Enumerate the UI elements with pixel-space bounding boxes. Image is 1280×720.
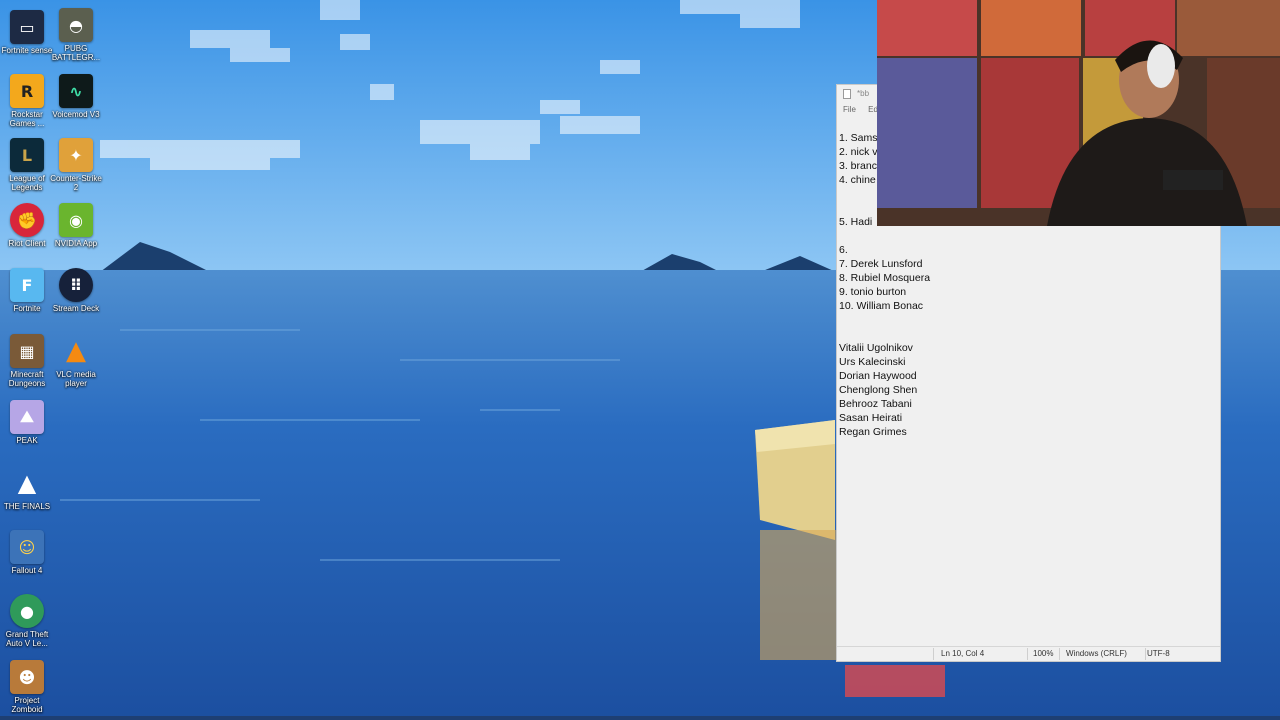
desktop-icons: ▭ Fortnite sense ◓ PUBG BATTLEGR... R Ro… [0,0,110,720]
notepad-line: 8. Rubiel Mosquera [839,272,931,284]
desktop-icon-riot-client[interactable]: ✊ Riot Client [0,203,54,248]
status-divider [1059,648,1060,660]
notepad-line [839,313,1209,327]
desktop-icon-minecraft-dungeons[interactable]: ▦ Minecraft Dungeons [0,334,54,388]
desktop-icon-label: Project Zomboid [11,696,43,714]
gta-icon: ● [10,594,44,628]
desktop-icon-label: Fortnite sense [1,46,53,55]
desktop-icon-nvidia-app[interactable]: ◉ NVIDIA App [49,203,103,248]
desktop-icon-voicemod[interactable]: ∿ Voicemod V3 [49,74,103,119]
document-icon [843,89,851,99]
cursor-position: Ln 10, Col 4 [941,649,985,658]
desktop-icon-league[interactable]: L League of Legends [0,138,54,192]
desktop-icon-rockstar[interactable]: R Rockstar Games ... [0,74,54,128]
helmet-icon: ◓ [59,8,93,42]
fallout-icon: ☺ [10,530,44,564]
counter-strike-icon: ✦ [59,138,93,172]
desktop-icon-fortnite[interactable]: F Fortnite [0,268,54,313]
minecraft-icon: ▦ [10,334,44,368]
desktop-icon-label: Riot Client [8,239,46,248]
notepad-line: Urs Kalecinski [839,356,906,368]
zoom-level[interactable]: 100% [1033,647,1053,661]
desktop-icon-gta-v[interactable]: ● Grand Theft Auto V Le... [0,594,54,648]
stream-deck-icon: ⠿ [59,268,93,302]
notepad-line: Behrooz Tabani [839,398,912,410]
notepad-status-bar: Ln 10, Col 4 100% Windows (CRLF) UTF-8 [837,646,1220,661]
notepad-line: Regan Grimes [839,426,907,438]
desktop-icon-peak[interactable]: ⛰ PEAK [0,400,54,445]
notepad-line: Chenglong Shen [839,384,918,396]
desktop-icon-label: PUBG BATTLEGR... [51,44,101,62]
notepad-line [839,229,1209,243]
notepad-line: 9. tonio burton [839,286,907,298]
notepad-line: 7. Derek Lunsford [839,258,923,270]
desktop-icon-fallout-4[interactable]: ☺ Fallout 4 [0,530,54,575]
status-divider [1027,648,1028,660]
desktop-icon-the-finals[interactable]: ▲ THE FINALS [0,466,54,511]
desktop-icon-counter-strike[interactable]: ✦ Counter-Strike 2 [49,138,103,192]
encoding: UTF-8 [1147,649,1170,658]
notepad-line: 10. William Bonac [839,300,924,312]
desktop-icon-label: Counter-Strike 2 [50,174,102,192]
monitor-icon: ▭ [10,10,44,44]
desktop-icon-label: Fallout 4 [11,566,43,575]
desktop-icon-label: NVIDIA App [54,239,98,248]
notepad-line: Vitalii Ugolnikov [839,342,913,354]
desktop-icon-label: Grand Theft Auto V Le... [5,630,49,648]
notepad-line [839,327,1209,341]
vlc-icon: ▲ [66,336,86,366]
desktop-icon-label: Voicemod V3 [52,110,100,119]
nvidia-icon: ◉ [59,203,93,237]
finals-icon: ▲ [17,469,37,497]
desktop-icon-label: VLC media player [56,370,96,388]
desktop-icon-pubg[interactable]: ◓ PUBG BATTLEGR... [49,8,103,62]
menu-file[interactable]: File [843,105,856,114]
line-ending: Windows (CRLF) [1066,649,1127,658]
webcam-overlay [877,0,1280,226]
desktop-icon-label: THE FINALS [3,502,51,511]
fortnite-icon: F [10,268,44,302]
league-icon: L [10,138,44,172]
desktop-icon-stream-deck[interactable]: ⠿ Stream Deck [49,268,103,313]
desktop-icon-label: Rockstar Games ... [9,110,45,128]
desktop-icon-label: Fortnite [13,304,41,313]
desktop-icon-label: Minecraft Dungeons [8,370,46,388]
notepad-line: 6. [839,244,848,256]
desktop-icon-project-zomboid[interactable]: ☻ Project Zomboid [0,660,54,714]
notepad-line: Dorian Haywood [839,370,917,382]
desktop-icon-label: Stream Deck [52,304,100,313]
desktop-icon-label: League of Legends [9,174,45,192]
desktop-icon-vlc[interactable]: ▲ VLC media player [49,334,103,388]
notepad-title: *bb [857,89,870,98]
voicemod-icon: ∿ [59,74,93,108]
status-divider [933,648,934,660]
riot-icon: ✊ [10,203,44,237]
rockstar-icon: R [10,74,44,108]
peak-icon: ⛰ [10,400,44,434]
desktop-icon-label: PEAK [16,436,38,445]
status-divider [1145,648,1146,660]
notepad-line: Sasan Heirati [839,412,903,424]
zomboid-icon: ☻ [10,660,44,694]
taskbar-edge [0,716,1280,720]
desktop-icon-fortnite-sense[interactable]: ▭ Fortnite sense [0,10,54,55]
